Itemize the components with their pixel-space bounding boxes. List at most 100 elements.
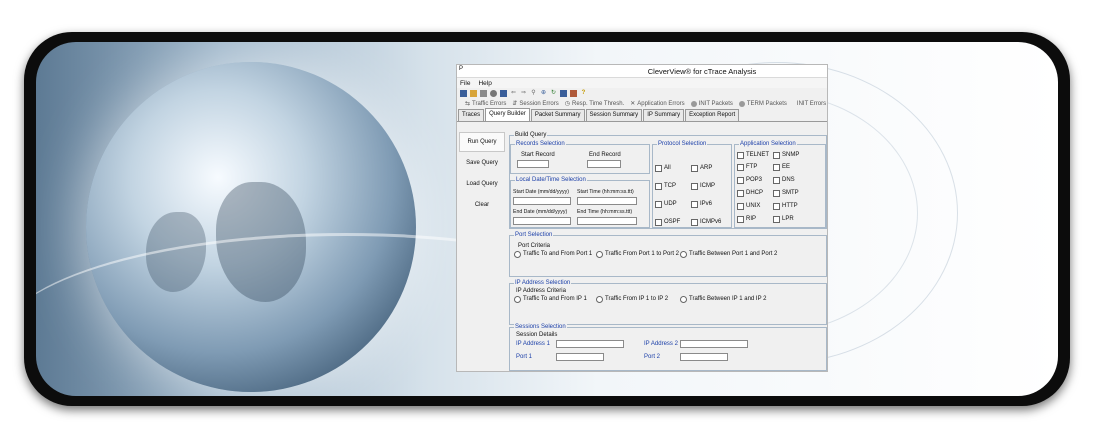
filter-init-errors[interactable]: INIT Errors [797,101,826,107]
grid-icon[interactable] [500,89,507,97]
radio[interactable] [514,251,521,258]
ip-option-between[interactable]: Traffic Between IP 1 and IP 2 [680,296,767,303]
app-smtp[interactable]: SMTP [773,190,799,197]
checkbox[interactable] [655,165,662,172]
tab-exception-report[interactable]: Exception Report [685,109,740,121]
tab-ip-summary[interactable]: IP Summary [643,109,685,121]
protocol-ipv6[interactable]: IPv6 [691,201,712,208]
checkbox[interactable] [773,216,780,223]
port-2-input[interactable] [680,353,728,361]
tab-session-summary[interactable]: Session Summary [585,109,643,121]
clock-icon: ◷ [564,101,571,107]
filter-init-packets[interactable]: INIT Packets [690,100,733,107]
tools-icon: ✕ [630,101,636,107]
protocol-icmp[interactable]: ICMP [691,183,715,190]
filter-term-packets[interactable]: TERM Packets [738,100,787,107]
radio[interactable] [680,296,687,303]
end-record-input[interactable] [587,160,621,168]
protocol-icmpv6[interactable]: ICMPv6 [691,219,721,226]
menu-file[interactable]: File [460,80,470,87]
port-1-input[interactable] [556,353,604,361]
filter-resp-time[interactable]: ◷ Resp. Time Thresh. [564,100,625,108]
radio[interactable] [680,251,687,258]
tab-query-builder[interactable]: Query Builder [485,108,530,121]
app-rip[interactable]: RIP [737,216,756,223]
end-date-label: End Date (mm/dd/yyyy) [513,209,568,215]
tab-traces[interactable]: Traces [458,109,485,121]
start-time-input[interactable] [577,197,637,205]
app-pop3[interactable]: POP3 [737,177,762,184]
app-dhcp[interactable]: DHCP [737,190,763,197]
report-icon[interactable] [560,89,567,97]
checkbox[interactable] [737,177,744,184]
app-http[interactable]: HTTP [773,203,798,210]
checkbox[interactable] [737,190,744,197]
radio[interactable] [596,296,603,303]
tab-packet-summary[interactable]: Packet Summary [530,109,585,121]
checkbox[interactable] [691,183,698,190]
end-time-input[interactable] [577,217,637,225]
app-dns[interactable]: DNS [773,177,795,184]
radio[interactable] [514,296,521,303]
checkbox[interactable] [773,164,780,171]
zoom-icon[interactable]: ⊕ [540,90,547,97]
port-option-from-to[interactable]: Traffic From Port 1 to Port 2 [596,251,679,258]
checkbox[interactable] [691,165,698,172]
run-query-button[interactable]: Run Query [459,132,505,152]
checkbox[interactable] [773,203,780,210]
checkbox[interactable] [655,201,662,208]
checkbox[interactable] [655,219,662,226]
refresh-icon[interactable]: ↻ [550,90,557,97]
print-icon[interactable] [480,89,487,97]
checkbox[interactable] [737,203,744,210]
checkbox[interactable] [773,152,780,159]
start-date-input[interactable] [513,197,571,205]
port-option-between[interactable]: Traffic Between Port 1 and Port 2 [680,251,777,258]
start-record-input[interactable] [517,160,549,168]
checkbox[interactable] [655,183,662,190]
copy-icon[interactable] [570,89,577,97]
ip-option-from-to[interactable]: Traffic From IP 1 to IP 2 [596,296,668,303]
end-record-label: End Record [589,152,621,158]
checkbox[interactable] [773,177,780,184]
port-option-to-from[interactable]: Traffic To and From Port 1 [514,251,592,258]
app-lpr[interactable]: LPR [773,216,794,223]
open-icon[interactable] [470,89,477,97]
protocol-udp[interactable]: UDP [655,201,677,208]
save-query-button[interactable]: Save Query [459,153,505,173]
ip-selection-group: IP Address Selection IP Address Criteria… [509,280,827,325]
back-icon[interactable]: ⇐ [510,90,517,97]
protocol-ospf[interactable]: OSPF [655,219,680,226]
app-unix[interactable]: UNIX [737,203,760,210]
checkbox[interactable] [691,219,698,226]
ip-address-2-input[interactable] [680,340,748,348]
app-ee[interactable]: EE [773,164,790,171]
application-group: Application Selection TELNET SNMP FTP EE… [734,141,826,228]
checkbox[interactable] [691,201,698,208]
protocol-all[interactable]: All [655,165,671,172]
filter-session-errors[interactable]: ⇵ Session Errors [512,100,558,108]
forward-icon[interactable]: ⇒ [520,90,527,97]
clear-button[interactable]: Clear [459,195,505,215]
app-ftp[interactable]: FTP [737,164,757,171]
checkbox[interactable] [773,190,780,197]
end-date-input[interactable] [513,217,571,225]
filter-traffic-errors[interactable]: ⇆ Traffic Errors [465,100,506,108]
filter-application-errors[interactable]: ✕ Application Errors [630,100,684,108]
app-telnet[interactable]: TELNET [737,152,769,159]
checkbox[interactable] [737,216,744,223]
protocol-arp[interactable]: ARP [691,165,712,172]
protocol-tcp[interactable]: TCP [655,183,676,190]
stop-icon[interactable] [490,89,497,97]
checkbox[interactable] [737,152,744,159]
ip-address-1-input[interactable] [556,340,624,348]
app-snmp[interactable]: SNMP [773,152,799,159]
ip-option-to-from[interactable]: Traffic To and From IP 1 [514,296,587,303]
radio[interactable] [596,251,603,258]
save-icon[interactable] [460,89,467,97]
load-query-button[interactable]: Load Query [459,174,505,194]
checkbox[interactable] [737,164,744,171]
search-icon[interactable]: ⚲ [530,90,537,97]
help-icon[interactable]: ? [580,90,587,97]
menu-help[interactable]: Help [478,80,491,87]
